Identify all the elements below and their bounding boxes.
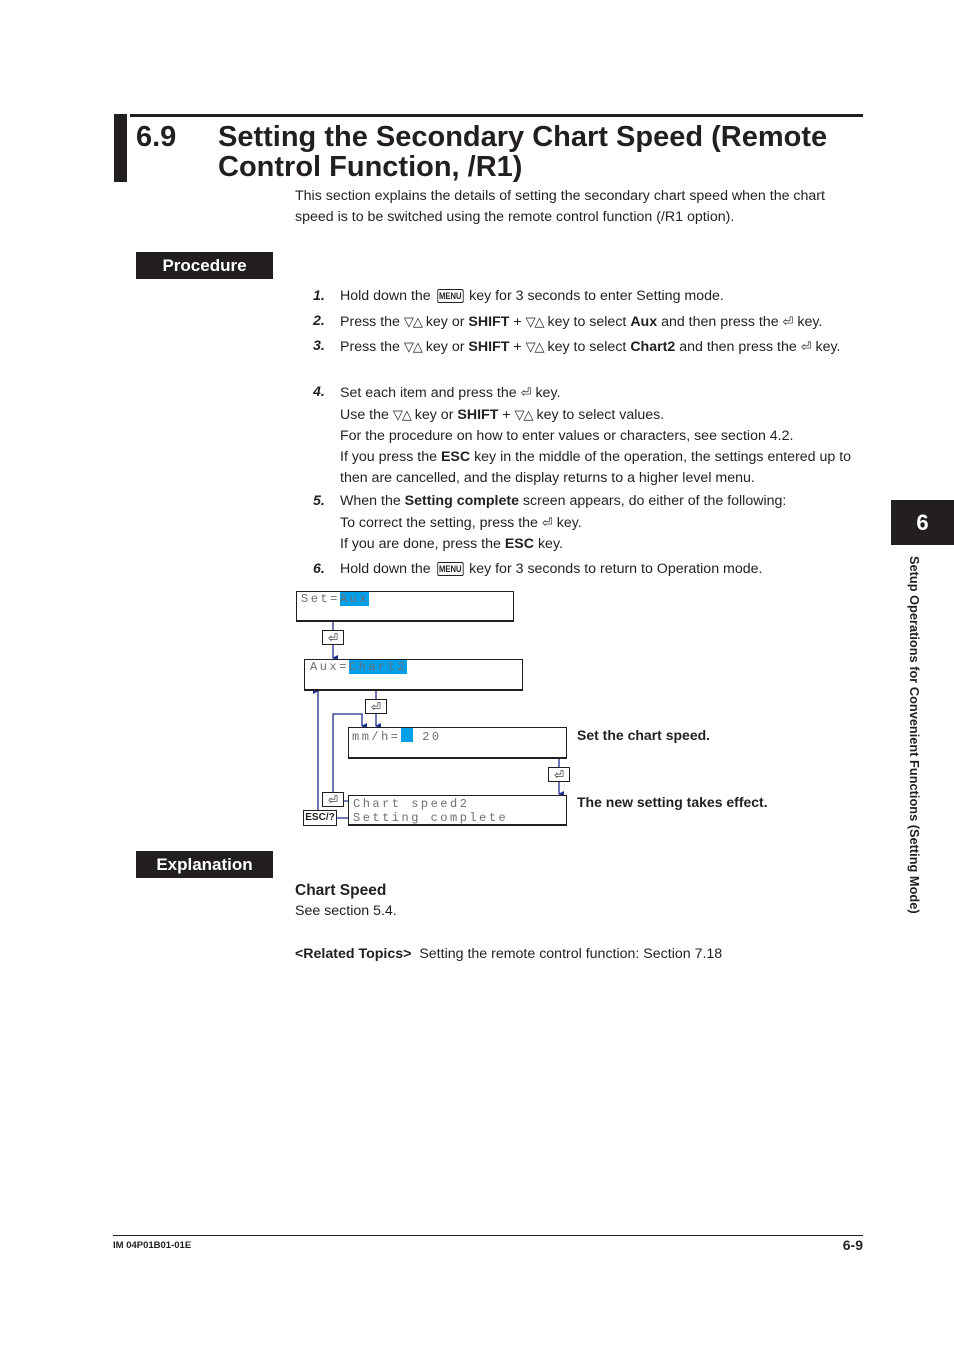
lcd-highlight: Chart2 — [348, 660, 408, 674]
footer-rule — [113, 1235, 863, 1236]
page-number: 6-9 — [842, 1237, 863, 1253]
lcd-line-2: Setting complete — [353, 811, 509, 825]
note-set-speed: Set the chart speed. — [577, 727, 711, 743]
chart-speed-body: See section 5.4. — [295, 903, 397, 919]
lcd-highlight: Aux — [339, 592, 369, 606]
lcd-screen-set: Set=Aux — [296, 591, 514, 622]
lcd-text: mm/h= — [352, 730, 401, 744]
enter-key-icon: ⏎ — [548, 767, 570, 782]
lcd-screen-complete: Chart speed2 Setting complete — [348, 795, 567, 826]
chapter-side-title: Setup Operations for Convenient Function… — [907, 556, 922, 914]
related-topics-label: <Related Topics> — [295, 946, 412, 962]
explanation-label: Explanation — [136, 851, 273, 878]
chart-speed-heading: Chart Speed — [295, 882, 387, 899]
esc-key-icon: ESC/? — [303, 810, 337, 826]
lcd-line-1: Chart speed2 — [353, 797, 470, 811]
lcd-cursor — [400, 728, 413, 742]
enter-key-icon: ⏎ — [322, 630, 344, 645]
enter-key-icon: ⏎ — [365, 699, 387, 714]
lcd-text: Set= — [301, 592, 340, 606]
related-topics: <Related Topics> Setting the remote cont… — [295, 946, 722, 962]
chapter-tab: 6 — [891, 500, 954, 545]
document-id: IM 04P01B01-01E — [113, 1240, 192, 1251]
lcd-screen-speed: mm/h= 20 — [348, 727, 567, 759]
lcd-screen-aux: Aux=Chart2 — [304, 659, 523, 691]
related-topics-link[interactable]: Setting the remote control function: Sec… — [419, 946, 722, 962]
enter-key-icon: ⏎ — [322, 792, 344, 807]
lcd-text: Aux= — [310, 660, 349, 674]
lcd-value: 20 — [412, 730, 442, 744]
note-setting-effect: The new setting takes effect. — [577, 794, 768, 810]
